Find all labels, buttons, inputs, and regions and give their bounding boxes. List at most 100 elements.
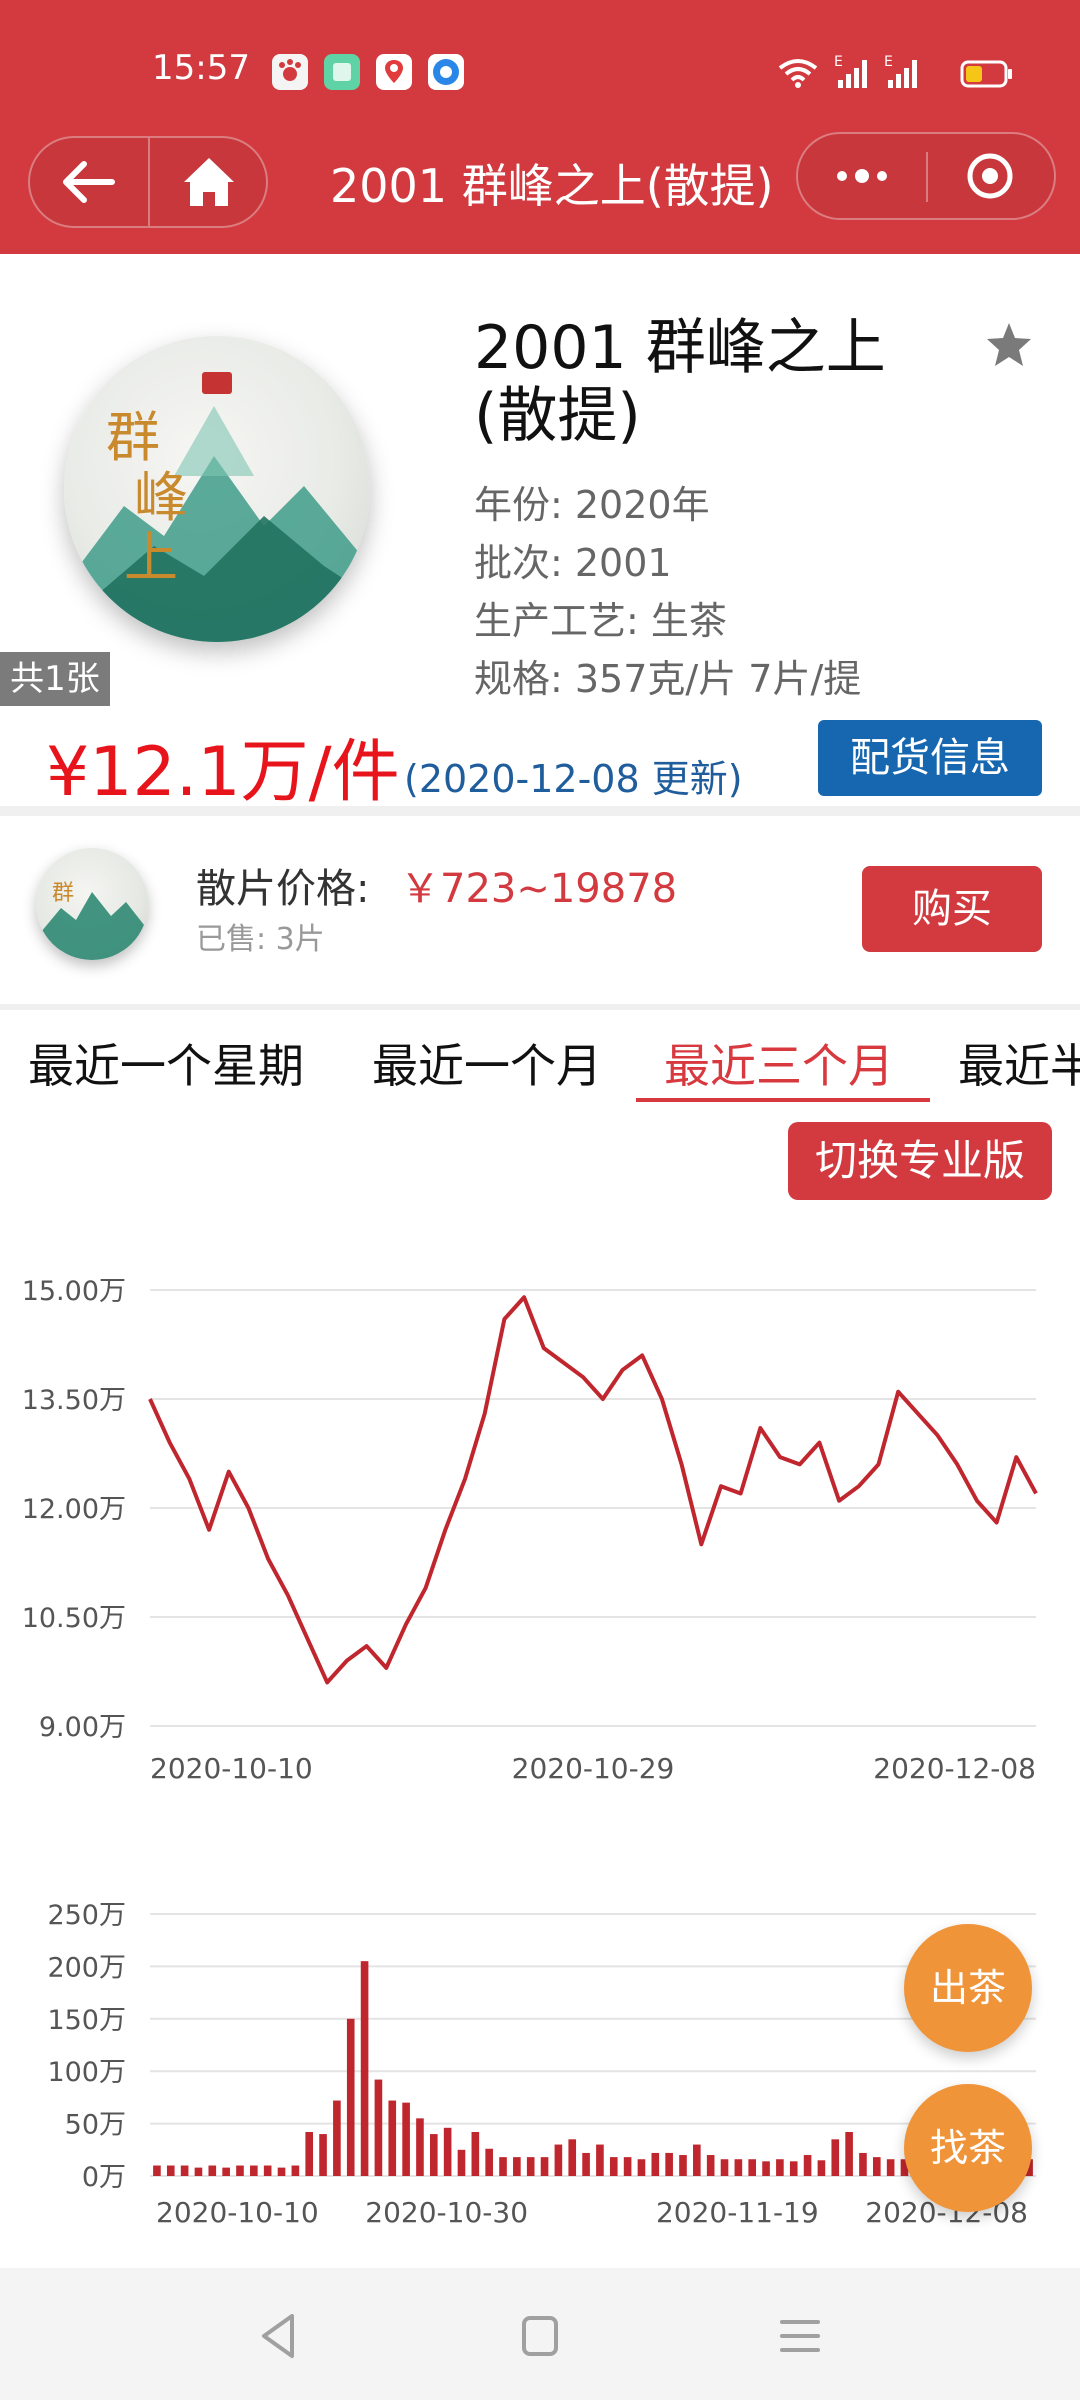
svg-text:峰: 峰 (134, 466, 188, 529)
back-arrow-icon (63, 161, 115, 203)
y-tick-label: 200万 (47, 1952, 126, 1983)
svg-text:群: 群 (106, 406, 160, 469)
volume-bar (776, 2159, 784, 2176)
product-image[interactable]: 群 峰 上 (64, 336, 370, 642)
product-title: 2001 群峰之上(散提) (474, 313, 886, 451)
volume-bar-chart: 250万 200万 150万 100万 50万 0万 2020-10-10 2020-10-3… (47, 1900, 1036, 2229)
loose-sold-count: 已售: 3片 (196, 922, 325, 957)
allocation-info-button[interactable]: 配货信息 (818, 720, 1042, 796)
volume-bar (305, 2131, 314, 2176)
volume-bar (706, 2155, 715, 2176)
product-price: ¥12.1万/件 (46, 733, 400, 812)
tab-last-week[interactable]: 最近一个星期 (28, 1030, 304, 1096)
target-close-icon (967, 153, 1013, 199)
sell-tea-button[interactable]: 出茶 (904, 1924, 1032, 2052)
blue-app-icon (428, 54, 464, 90)
system-nav-bar (0, 2268, 1080, 2400)
y-tick-label: 100万 (47, 2057, 126, 2088)
buy-button[interactable]: 购买 (862, 866, 1042, 952)
volume-bar (526, 2157, 535, 2176)
volume-bar (485, 2148, 493, 2176)
status-time: 15:57 (152, 48, 250, 88)
loose-price-label: 散片价格: (196, 866, 370, 912)
active-tab-indicator (636, 1098, 930, 1102)
volume-bar (250, 2165, 258, 2176)
volume-bar (596, 2144, 604, 2176)
volume-bar (734, 2159, 743, 2176)
y-tick-label: 15.00万 (22, 1276, 126, 1307)
volume-bar (623, 2157, 632, 2176)
volume-bar (457, 2149, 466, 2176)
tab-last-month[interactable]: 最近一个月 (372, 1030, 602, 1096)
y-tick-label: 250万 (47, 1900, 126, 1931)
volume-bar (194, 2167, 203, 2176)
more-menu-button[interactable] (798, 134, 926, 218)
volume-bar (471, 2131, 480, 2176)
top-bar: 15:57 E E 2001 群峰之上(散提) (0, 0, 1080, 254)
volume-bar (499, 2157, 507, 2176)
volume-bar (637, 2159, 646, 2176)
volume-bar (651, 2152, 660, 2176)
volume-bar (679, 2155, 687, 2176)
price-updated: (2020-12-08 更新) (404, 757, 743, 801)
y-tick-label: 50万 (65, 2110, 126, 2141)
volume-bar (402, 2102, 410, 2176)
volume-bar (803, 2155, 812, 2176)
volume-bar (429, 2134, 438, 2176)
status-icons: E E (778, 54, 1012, 88)
volume-bar (333, 2100, 341, 2176)
image-count-tag: 共1张 (0, 652, 110, 706)
divider (0, 1004, 1080, 1010)
volume-bar (789, 2161, 798, 2176)
find-tea-button[interactable]: 找茶 (904, 2084, 1032, 2212)
home-icon (184, 158, 234, 206)
tea-cake-illustration: 群 峰 上 (64, 372, 370, 642)
volume-bar (263, 2165, 272, 2176)
home-square-icon[interactable] (510, 2308, 570, 2364)
volume-bar (665, 2152, 673, 2176)
screen: 15:57 E E 2001 群峰之上(散提) 群 峰 上 共1张 2001 群… (0, 0, 1080, 2400)
y-tick-label: 150万 (47, 2005, 126, 2036)
tab-last-half-year[interactable]: 最近半 (958, 1030, 1080, 1096)
wifi-icon (778, 59, 818, 82)
nav-title: 2001 群峰之上(散提) (330, 159, 774, 213)
favorite-star-icon[interactable] (984, 320, 1034, 370)
svg-text:E: E (834, 54, 843, 70)
home-button[interactable] (150, 138, 268, 226)
tab-last-three-months[interactable]: 最近三个月 (664, 1030, 894, 1096)
loose-price-range: ￥723~19878 (400, 866, 678, 912)
mini-program-capsule (796, 132, 1056, 220)
nav-left-pill (28, 136, 268, 228)
volume-bar (609, 2157, 618, 2176)
back-button[interactable] (30, 138, 148, 226)
volume-bar (222, 2167, 230, 2176)
svg-text:上: 上 (124, 526, 178, 589)
volume-bar (845, 2131, 853, 2176)
volume-bar (693, 2144, 701, 2176)
volume-bar (360, 1961, 369, 2176)
close-mini-program-button[interactable] (928, 134, 1054, 218)
recent-apps-icon[interactable] (770, 2308, 830, 2364)
x-tick-label: 2020-10-30 (365, 2196, 528, 2229)
loose-piece-image: 群 (36, 848, 148, 960)
back-triangle-icon[interactable] (250, 2308, 310, 2364)
volume-bar (762, 2161, 770, 2176)
price-series-line (148, 1295, 1038, 1685)
volume-bar (720, 2159, 729, 2176)
y-tick-label: 10.50万 (22, 1603, 126, 1634)
switch-pro-version-button[interactable]: 切换专业版 (788, 1122, 1052, 1200)
spec-package: 规格: 357克/片 7片/提 (474, 657, 862, 701)
green-app-icon (324, 54, 360, 90)
y-tick-label: 12.00万 (22, 1494, 126, 1525)
volume-bar (748, 2159, 757, 2176)
spec-year: 年份: 2020年 (474, 483, 710, 527)
volume-bar (416, 2118, 424, 2176)
volume-bar (568, 2139, 577, 2176)
volume-bar (236, 2165, 244, 2176)
x-tick-label: 2020-11-19 (656, 2196, 819, 2229)
svg-text:群: 群 (52, 881, 74, 906)
battery-icon (960, 60, 1012, 88)
paw-app-icon (272, 54, 308, 90)
tea-cake-thumbnail: 群 (36, 881, 148, 960)
volume-bar (859, 2152, 867, 2176)
